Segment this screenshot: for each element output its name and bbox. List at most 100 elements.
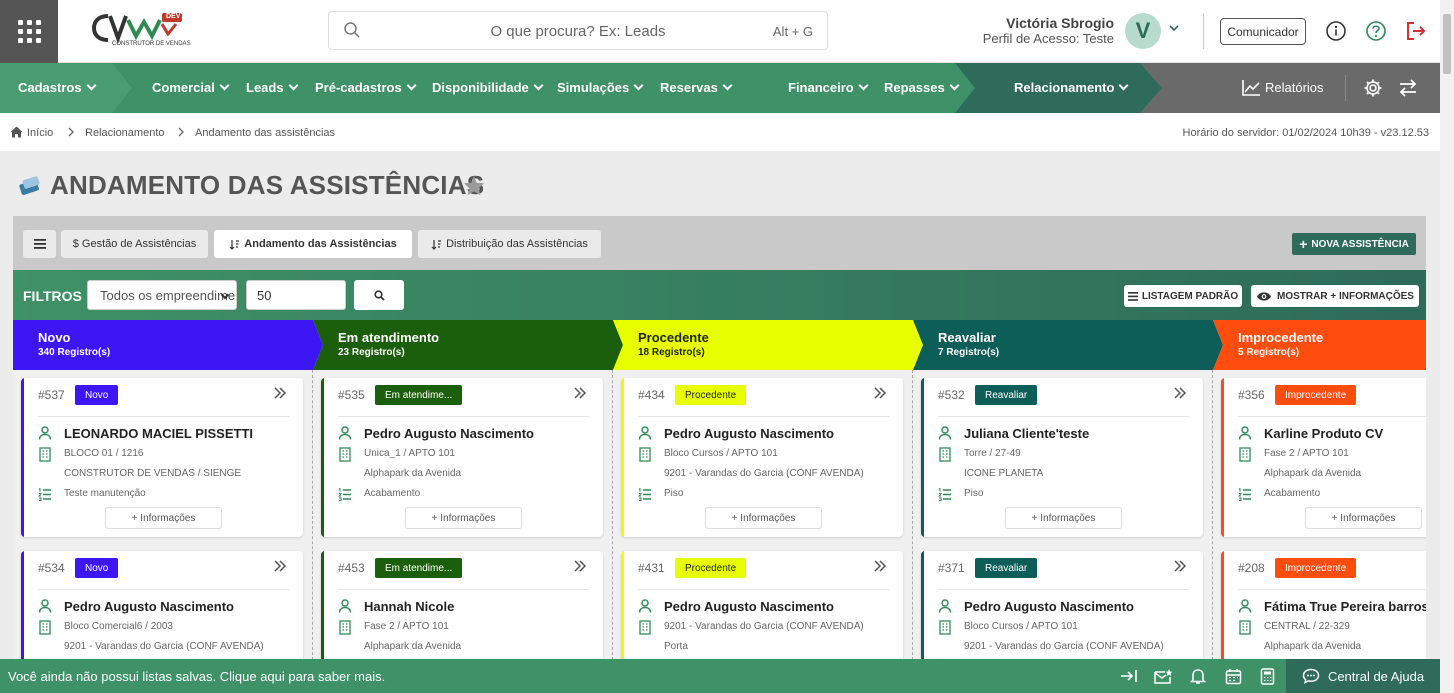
column-name: Novo <box>38 330 71 345</box>
kanban-board: Novo 340 Registro(s) #537 Novo LEONARDO … <box>13 320 1426 660</box>
chevron-down-icon[interactable] <box>1168 22 1180 34</box>
card-id: #208 <box>1238 561 1265 575</box>
nav-simulacoes[interactable]: Simulações <box>557 80 642 95</box>
collapse-icon[interactable] <box>1120 668 1138 684</box>
column-count: 340 Registro(s) <box>38 347 111 358</box>
card-status-bar <box>621 551 624 660</box>
double-chevron-right-icon[interactable] <box>873 560 887 575</box>
logout-icon[interactable] <box>1405 20 1427 42</box>
status-badge: Reavaliar <box>975 558 1038 578</box>
assistance-card[interactable]: #431 Procedente Pedro Augusto Nascimento… <box>621 551 903 660</box>
user-info[interactable]: Victória Sbrogio Perfil de Acesso: Teste <box>983 15 1114 47</box>
client-name: Pedro Augusto Nascimento <box>64 599 234 614</box>
logo[interactable]: DEV CONSTRUTOR DE VENDAS <box>90 10 191 50</box>
tab-distribuicao-assistencias[interactable]: Distribuição das Assistências <box>418 230 601 258</box>
building-icon <box>339 447 351 465</box>
home-icon[interactable] <box>10 126 23 138</box>
double-chevron-right-icon[interactable] <box>273 560 287 575</box>
swap-icon[interactable] <box>1398 78 1418 98</box>
apps-menu-button[interactable] <box>0 0 58 63</box>
saved-lists-message[interactable]: Você ainda não possui listas salvas. Cli… <box>8 669 385 684</box>
column-name: Em atendimento <box>338 330 440 345</box>
show-more-info-button[interactable]: MOSTRAR + INFORMAÇÕES <box>1251 285 1419 307</box>
column-divider <box>312 370 313 660</box>
double-chevron-right-icon[interactable] <box>1173 387 1187 402</box>
more-info-button[interactable]: + Informações <box>1305 507 1422 529</box>
unit-text: Bloco Cursos / APTO 101 <box>964 621 1078 632</box>
bell-icon[interactable] <box>1190 668 1206 685</box>
menu-toggle-button[interactable] <box>23 230 56 258</box>
unit-text: 9201 - Varandas do Garcia (CONF AVENDA) <box>664 621 864 632</box>
more-info-button[interactable]: + Informações <box>105 507 222 529</box>
double-chevron-right-icon[interactable] <box>573 560 587 575</box>
assistance-card[interactable]: #356 Improcedente Karline Produto CV Fas… <box>1221 378 1426 537</box>
more-info-button[interactable]: + Informações <box>1005 507 1122 529</box>
filter-search-button[interactable] <box>354 280 404 310</box>
person-icon <box>38 599 52 616</box>
new-assistance-button[interactable]: + NOVA ASSISTÊNCIA <box>1292 233 1416 255</box>
status-badge: Reavaliar <box>975 385 1038 405</box>
calculator-icon[interactable] <box>1260 668 1275 685</box>
person-icon <box>638 426 652 443</box>
breadcrumb-home[interactable]: Início <box>27 127 53 139</box>
nav-reservas[interactable]: Reservas <box>660 80 731 95</box>
help-icon[interactable] <box>1365 20 1387 42</box>
assistance-card[interactable]: #534 Novo Pedro Augusto Nascimento Bloco… <box>21 551 303 660</box>
nav-relacionamento[interactable]: Relacionamento <box>1014 80 1127 95</box>
nav-comercial[interactable]: Comercial <box>152 80 228 95</box>
project-text: Alphapark da Avenida <box>364 641 462 652</box>
column-name: Procedente <box>638 330 709 345</box>
client-name: LEONARDO MACIEL PISSETTI <box>64 426 253 441</box>
assistance-card[interactable]: #537 Novo LEONARDO MACIEL PISSETTI BLOCO… <box>21 378 303 537</box>
calendar-icon[interactable] <box>1225 668 1242 685</box>
scrollbar-thumb[interactable] <box>1443 14 1451 74</box>
nav-cadastros[interactable]: Cadastros <box>18 80 95 95</box>
chevron-right-icon <box>178 127 184 137</box>
building-icon <box>939 447 951 465</box>
project-text: Alphapark da Avenida <box>364 468 462 479</box>
assistance-card[interactable]: #371 Reavaliar Pedro Augusto Nascimento … <box>921 551 1203 660</box>
user-profile: Perfil de Acesso: Teste <box>982 31 1114 46</box>
mail-star-icon[interactable] <box>1153 668 1173 685</box>
column-header-em-atendimento: Em atendimento 23 Registro(s) <box>313 320 625 370</box>
double-chevron-right-icon[interactable] <box>1173 560 1187 575</box>
more-info-button[interactable]: + Informações <box>405 507 522 529</box>
help-center-button[interactable]: Central de Ajuda <box>1286 659 1440 693</box>
assistance-card[interactable]: #535 Em atendime... Pedro Augusto Nascim… <box>321 378 603 537</box>
nav-disponibilidade[interactable]: Disponibilidade <box>432 80 542 95</box>
project-select[interactable]: Todos os empreendimentos <box>87 280 237 310</box>
building-icon <box>639 620 651 638</box>
list-icon <box>1237 487 1252 504</box>
nav-leads[interactable]: Leads <box>246 80 297 95</box>
breadcrumb-relacionamento[interactable]: Relacionamento <box>85 127 165 139</box>
tab-gestao-assistencias[interactable]: $ Gestão de Assistências <box>61 230 208 258</box>
tab-andamento-assistencias[interactable]: Andamento das Assistências <box>214 230 412 258</box>
item-text: Piso <box>964 488 984 499</box>
scrollbar[interactable] <box>1440 0 1454 693</box>
person-icon <box>1238 599 1252 616</box>
communicator-button[interactable]: Comunicador <box>1220 18 1306 45</box>
nav-repasses[interactable]: Repasses <box>884 80 958 95</box>
assistance-card[interactable]: #532 Reavaliar Juliana Cliente'teste Tor… <box>921 378 1203 537</box>
search-input[interactable]: O que procura? Ex: Leads Alt + G <box>328 11 828 50</box>
nav-financeiro[interactable]: Financeiro <box>788 80 867 95</box>
more-info-button[interactable]: + Informações <box>705 507 822 529</box>
nav-pre-cadastros[interactable]: Pré-cadastros <box>315 80 415 95</box>
info-icon[interactable] <box>1325 20 1347 42</box>
nav-reports[interactable]: Relatórios <box>1265 80 1324 95</box>
footer-bar: Você ainda não possui listas salvas. Cli… <box>0 659 1440 693</box>
star-icon[interactable] <box>463 175 485 196</box>
divider <box>1203 13 1204 49</box>
gear-icon[interactable] <box>1363 78 1383 98</box>
double-chevron-right-icon[interactable] <box>573 387 587 402</box>
assistance-card[interactable]: #453 Em atendime... Hannah Nicole Fase 2… <box>321 551 603 660</box>
double-chevron-right-icon[interactable] <box>273 387 287 402</box>
divider <box>38 589 289 590</box>
status-badge: Improcedente <box>1275 385 1357 405</box>
avatar[interactable]: V <box>1125 13 1161 49</box>
default-list-button[interactable]: LISTAGEM PADRÃO <box>1124 285 1242 307</box>
double-chevron-right-icon[interactable] <box>873 387 887 402</box>
assistance-card[interactable]: #434 Procedente Pedro Augusto Nascimento… <box>621 378 903 537</box>
limit-input[interactable]: 50 <box>246 280 346 310</box>
assistance-card[interactable]: #208 Improcedente Fátima True Pereira ba… <box>1221 551 1426 660</box>
